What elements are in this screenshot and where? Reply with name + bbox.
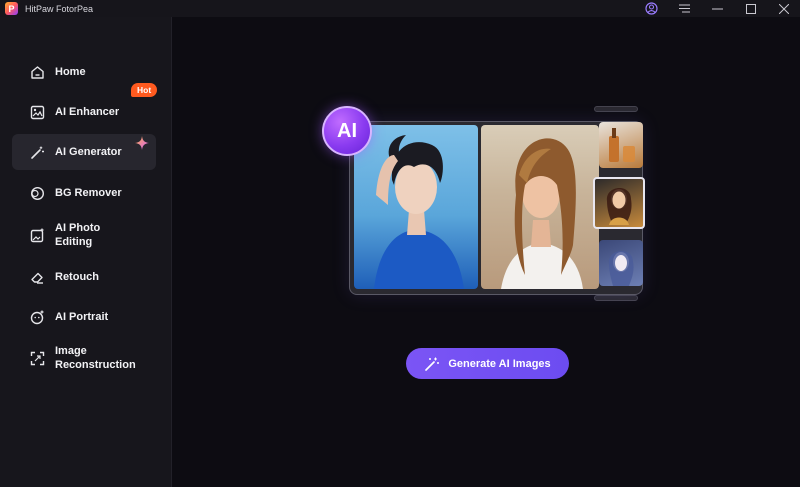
portrait-icon — [29, 309, 45, 325]
image-enhance-icon — [29, 104, 45, 120]
sidebar-item-ai-generator[interactable]: AI Generator — [12, 134, 156, 170]
sidebar-item-bg-remover[interactable]: BG Remover — [12, 175, 156, 211]
title-bar: P HitPaw FotorPea — [0, 0, 800, 17]
user-icon — [645, 2, 658, 15]
menu-button[interactable] — [668, 0, 701, 17]
magic-wand-icon — [29, 144, 45, 160]
sidebar-item-retouch[interactable]: Retouch — [12, 259, 156, 295]
maximize-button[interactable] — [734, 0, 767, 17]
sparkle-icon — [135, 136, 149, 155]
sidebar-item-ai-portrait[interactable]: AI Portrait — [12, 299, 156, 335]
carousel-bottom-stub — [594, 295, 638, 301]
window-controls — [635, 0, 800, 17]
photo-edit-icon — [29, 227, 45, 243]
sidebar-item-label: AI Photo Editing — [55, 221, 101, 249]
sidebar-item-label: AI Enhancer — [55, 105, 120, 118]
ai-badge: AI — [322, 106, 372, 156]
sidebar-item-image-reconstruction[interactable]: Image Reconstruction — [12, 339, 156, 377]
sidebar-item-label: AI Generator — [55, 145, 122, 158]
sample-thumb-drinks[interactable] — [599, 122, 643, 168]
hamburger-icon — [679, 4, 690, 13]
sidebar-item-label: Home — [55, 65, 86, 78]
app-title: HitPaw FotorPea — [25, 3, 94, 14]
sidebar-item-label: BG Remover — [55, 186, 122, 199]
sidebar-item-ai-photo-editing[interactable]: AI Photo Editing — [12, 216, 156, 254]
sidebar-item-label: Retouch — [55, 270, 99, 283]
minimize-icon — [712, 8, 723, 9]
sidebar-item-label: AI Portrait — [55, 310, 109, 323]
sidebar-item-label: Image Reconstruction — [55, 344, 136, 372]
carousel-top-stub — [594, 106, 638, 112]
home-icon — [29, 64, 45, 80]
maximize-icon — [745, 3, 756, 14]
account-button[interactable] — [635, 0, 668, 17]
sample-thumb-anime-girl[interactable] — [599, 240, 643, 286]
generate-button-label: Generate AI Images — [448, 357, 551, 370]
close-button[interactable] — [767, 0, 800, 17]
generate-ai-images-button[interactable]: Generate AI Images — [406, 348, 569, 379]
minimize-button[interactable] — [701, 0, 734, 17]
magic-wand-icon — [424, 356, 440, 372]
showcase-preview — [349, 121, 645, 295]
reconstruct-icon — [29, 350, 45, 366]
sample-image-portrait-girl — [481, 125, 599, 289]
hot-badge: Hot — [131, 83, 158, 97]
sample-image-portrait-boy — [354, 125, 478, 289]
sample-thumb-fantasy-girl[interactable] — [593, 177, 645, 229]
close-icon — [778, 3, 789, 14]
eraser-icon — [29, 269, 45, 285]
bg-remover-icon — [29, 185, 45, 201]
main-panel: AI Generate AI Images — [173, 17, 800, 487]
sidebar: Home AI Enhancer Hot AI Generator BG Rem… — [0, 17, 172, 487]
app-logo: P — [5, 2, 18, 15]
sidebar-item-ai-enhancer[interactable]: AI Enhancer Hot — [12, 83, 158, 130]
